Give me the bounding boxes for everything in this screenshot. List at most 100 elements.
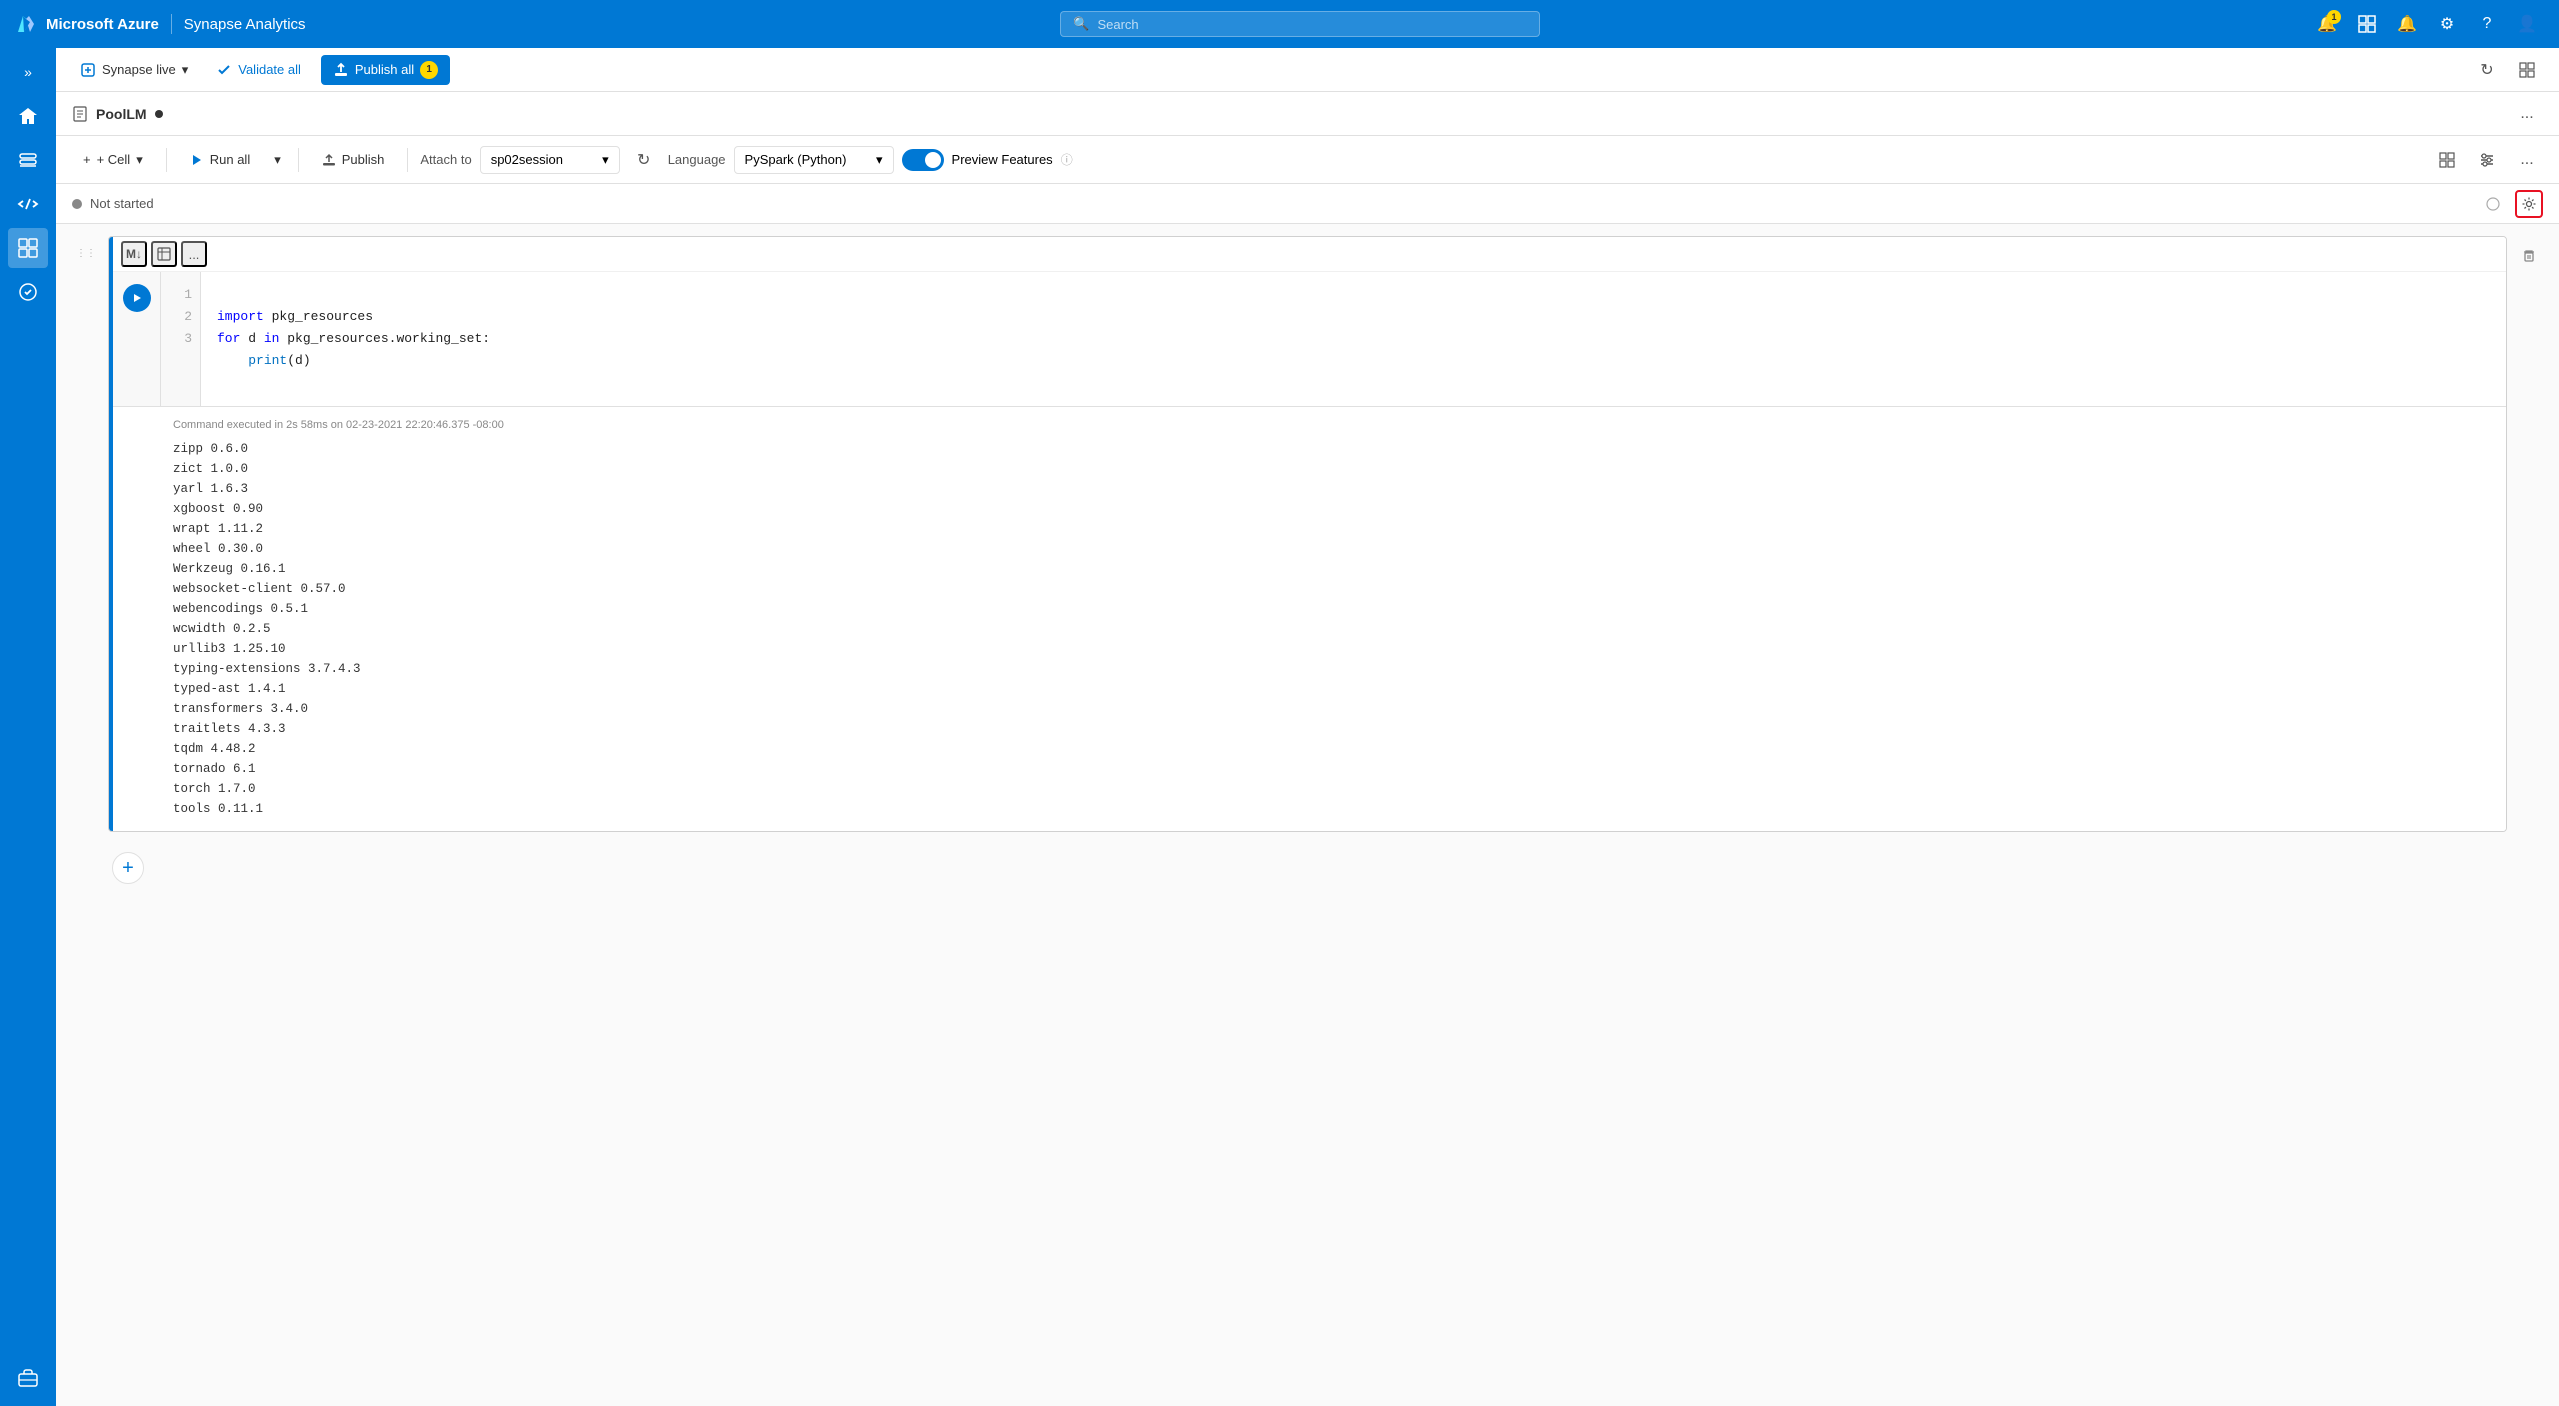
refresh-session-button[interactable]: ↻ [628,144,660,176]
add-icon: + [83,152,91,167]
secondary-toolbar: Synapse live ▾ Validate all Publish all … [56,48,2559,92]
sidebar-item-develop[interactable] [8,184,48,224]
cell-drag-handle[interactable]: ⋮⋮ [72,240,100,267]
notebook-header: PoolLM ... [56,92,2559,136]
add-new-cell-button[interactable]: + [112,852,144,884]
toggle-switch-control[interactable] [902,149,944,171]
line-num-3: 3 [169,328,192,350]
sidebar-item-monitor[interactable] [8,272,48,312]
develop-icon [17,193,39,215]
publish-button[interactable]: Publish [311,146,396,173]
cell-table-button[interactable] [151,241,177,267]
publish-all-label: Publish all [355,62,414,77]
table-icon [157,247,171,261]
grid-button[interactable] [2511,54,2543,86]
notebook-header-right: ... [2511,98,2543,130]
attach-chevron-icon: ▾ [602,152,609,168]
gear-icon [2521,196,2537,212]
integrate-icon [17,237,39,259]
cell-code-area: 1 2 3 import pkg_resources for d in pkg_… [113,272,2506,406]
secondary-toolbar-right: ↻ [2471,54,2543,86]
notebook-icon [72,106,88,122]
add-cell-button[interactable]: + + Cell ▾ [72,146,154,174]
user-button[interactable]: 👤 [2511,8,2543,40]
sidebar-item-data[interactable] [8,140,48,180]
cell-label: + Cell [97,152,131,167]
run-all-dropdown-button[interactable]: ▾ [269,146,286,174]
unsaved-indicator [155,110,163,118]
execution-info: Command executed in 2s 58ms on 02-23-202… [173,419,2490,431]
sidebar-expand-button[interactable]: » [12,56,44,88]
status-gear-button[interactable] [2515,190,2543,218]
cell-markdown-button[interactable]: M↓ [121,241,147,267]
brand: Microsoft Azure [16,14,159,34]
sidebar-item-briefcase[interactable] [8,1358,48,1398]
validate-icon [216,62,232,78]
line-num-2: 2 [169,306,192,328]
main-layout: » [0,48,2559,1406]
output-text: zipp 0.6.0 zict 1.0.0 yarl 1.6.3 xgboost… [173,439,2490,819]
delete-cell-button[interactable] [2515,236,2543,264]
toolbar-divider-3 [407,148,408,172]
sidebar-item-home[interactable] [8,96,48,136]
attach-to-dropdown[interactable]: sp02session ▾ [480,146,620,174]
validate-all-label: Validate all [238,62,301,77]
nb-settings-icon [2479,152,2495,168]
notebook-toolbar: + + Cell ▾ Run all ▾ [56,136,2559,184]
cell-inner: M↓ ... [113,237,2506,831]
trash-icon [2522,249,2536,263]
toggle-thumb [925,152,941,168]
sidebar-item-integrate[interactable] [8,228,48,268]
settings-button[interactable]: ⚙ [2431,8,2463,40]
nb-settings-button[interactable] [2471,144,2503,176]
publish-all-icon [333,62,349,78]
brand-name: Microsoft Azure [46,16,159,33]
azure-logo-icon [16,14,36,34]
left-sidebar: » [0,48,56,1406]
nb-grid-icon [2439,152,2455,168]
status-bar-right [2479,190,2543,218]
preview-features-label: Preview Features [952,152,1053,167]
cell-mini-toolbar: M↓ ... [113,237,2506,272]
run-all-icon [190,153,204,167]
notebook-area: PoolLM ... + + Cell ▾ [56,92,2559,1406]
help-button[interactable]: ? [2471,8,2503,40]
alerts-button[interactable]: 🔔 [2391,8,2423,40]
search-icon: 🔍 [1073,16,1089,32]
status-bar: Not started [56,184,2559,224]
synapse-live-chevron-icon: ▾ [182,62,189,78]
toolbar-divider-2 [298,148,299,172]
app-name: Synapse Analytics [184,16,306,33]
code-editor[interactable]: import pkg_resources for d in pkg_resour… [201,272,2506,406]
markdown-label: M↓ [126,247,142,261]
notebook-name: PoolLM [96,106,147,122]
switch-directory-button[interactable] [2351,8,2383,40]
status-collapse-button[interactable] [2479,190,2507,218]
status-indicator-dot [72,199,82,209]
language-chevron-icon: ▾ [876,152,883,168]
language-dropdown[interactable]: PySpark (Python) ▾ [734,146,894,174]
add-cell-row: + [72,848,2543,888]
cell-1-wrapper: ⋮⋮ M↓ [72,236,2543,832]
line-numbers: 1 2 3 [161,272,201,406]
synapse-live-label: Synapse live [102,62,176,77]
content-area: Synapse live ▾ Validate all Publish all … [56,48,2559,1406]
notifications-button[interactable]: 🔔 1 [2311,8,2343,40]
home-icon [17,105,39,127]
search-input[interactable] [1097,17,1527,32]
grid-icon [2519,62,2535,78]
nb-more-button[interactable]: ... [2511,144,2543,176]
run-all-button[interactable]: Run all [179,146,261,173]
nav-icons: 🔔 1 🔔 ⚙ ? 👤 [2311,8,2543,40]
cell-more-icon: ... [189,247,200,262]
cell-more-button[interactable]: ... [181,241,207,267]
notebook-more-options-button[interactable]: ... [2511,98,2543,130]
nb-grid-icon-button[interactable] [2431,144,2463,176]
publish-icon [322,153,336,167]
run-all-chevron-icon: ▾ [274,152,281,168]
run-cell-button[interactable] [123,284,151,312]
refresh-button[interactable]: ↻ [2471,54,2503,86]
synapse-live-button[interactable]: Synapse live ▾ [72,58,196,82]
validate-all-button[interactable]: Validate all [208,58,309,82]
publish-all-button[interactable]: Publish all 1 [321,55,450,85]
